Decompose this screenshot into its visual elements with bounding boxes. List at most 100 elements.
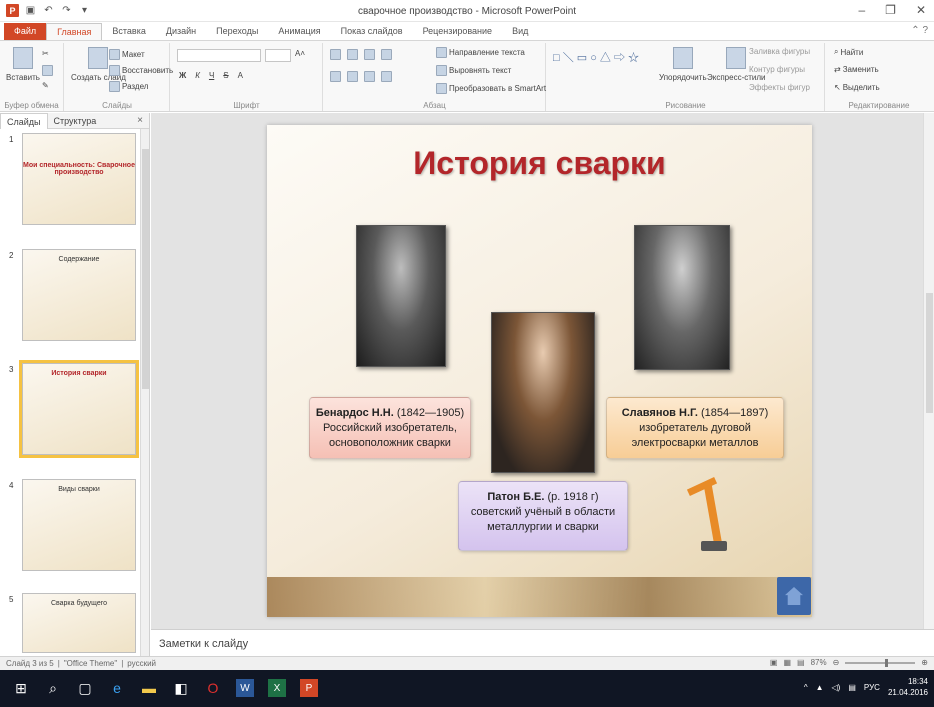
font-family-combo[interactable] — [177, 49, 261, 62]
format-painter-icon[interactable]: ✎ — [42, 81, 49, 90]
start-icon[interactable]: ⊞ — [12, 679, 30, 697]
powerpoint-taskbar-icon[interactable]: P — [300, 679, 318, 697]
tab-transitions[interactable]: Переходы — [206, 23, 268, 40]
bullets-icon[interactable] — [330, 49, 341, 60]
normal-view-icon[interactable]: ▣ — [770, 658, 778, 667]
align-right-icon[interactable] — [364, 71, 375, 82]
close-pane-icon[interactable]: × — [137, 115, 143, 126]
italic-button[interactable]: К — [195, 71, 200, 80]
align-center-icon[interactable] — [347, 71, 358, 82]
numbering-icon[interactable] — [347, 49, 358, 60]
tab-slideshow[interactable]: Показ слайдов — [331, 23, 413, 40]
tab-design[interactable]: Дизайн — [156, 23, 206, 40]
caption-slavyanov[interactable]: Славянов Н.Г. (1854—1897) изобретатель д… — [606, 397, 784, 459]
select-button[interactable]: ↖ Выделить — [834, 83, 880, 92]
slides-pane-scrollbar[interactable] — [140, 129, 149, 656]
volume-icon[interactable]: ◁) — [832, 683, 841, 692]
tab-view[interactable]: Вид — [502, 23, 538, 40]
excel-icon[interactable]: X — [268, 679, 286, 697]
search-icon[interactable]: ⌕ — [44, 679, 62, 697]
smartart-button[interactable]: Преобразовать в SmartArt — [436, 83, 546, 94]
minimize-button[interactable]: – — [858, 3, 865, 17]
shapes-gallery[interactable]: □ ＼ ▭ ○ △ ⇨ ☆ — [553, 49, 639, 65]
window-title: сварочное производство - Microsoft Power… — [357, 6, 577, 17]
slide-title[interactable]: История сварки — [267, 145, 812, 182]
indent-icon[interactable] — [364, 49, 375, 60]
title-bar: P ▣ ↶ ↷ ▾ сварочное производство - Micro… — [0, 0, 934, 22]
tray-chevron-icon[interactable]: ^ — [804, 683, 808, 692]
font-format-row: Ж К Ч S A — [179, 71, 243, 80]
tab-slides[interactable]: Слайды — [0, 112, 48, 129]
notes-pane[interactable]: Заметки к слайду — [151, 629, 934, 656]
underline-button[interactable]: Ч — [209, 71, 214, 80]
shape-effects-button[interactable]: Эффекты фигур — [749, 83, 810, 92]
strike-button[interactable]: S — [223, 71, 228, 80]
tab-insert[interactable]: Вставка — [102, 23, 155, 40]
align-text-button[interactable]: Выровнять текст — [436, 65, 511, 76]
slide-scrollbar[interactable] — [923, 113, 934, 629]
portrait-slavyanov[interactable] — [634, 225, 730, 370]
home-icon[interactable] — [777, 577, 811, 615]
zoom-level[interactable]: 87% — [811, 658, 827, 667]
justify-icon[interactable] — [381, 71, 392, 82]
input-language[interactable]: РУС — [864, 683, 880, 692]
paste-button[interactable]: Вставить — [6, 47, 40, 82]
current-slide[interactable]: История сварки Бенардос Н.Н. (1842—1905)… — [267, 125, 812, 617]
bold-button[interactable]: Ж — [179, 71, 186, 80]
edge-icon[interactable]: e — [108, 679, 126, 697]
sorter-view-icon[interactable]: ▦ — [783, 658, 791, 667]
tab-animations[interactable]: Анимация — [268, 23, 330, 40]
align-left-icon[interactable] — [330, 71, 341, 82]
slide-thumbnail[interactable]: Сварка будущего — [22, 593, 136, 653]
line-spacing-icon[interactable] — [381, 49, 392, 60]
arrange-button[interactable]: Упорядочить — [659, 47, 707, 82]
replace-button[interactable]: ⇄ Заменить — [834, 65, 879, 74]
portrait-benardos[interactable] — [356, 225, 446, 367]
language-indicator[interactable]: русский — [127, 659, 156, 668]
thumbnail-title: Мои специальность: Сварочное производств… — [23, 162, 135, 176]
replace-icon: ⇄ — [834, 65, 841, 74]
shape-outline-button[interactable]: Контур фигуры — [749, 65, 805, 74]
cut-icon[interactable]: ✂ — [42, 49, 49, 58]
tab-file[interactable]: Файл — [4, 23, 47, 40]
slide-thumbnail[interactable]: Мои специальность: Сварочное производств… — [22, 133, 136, 225]
clock[interactable]: 18:34 21.04.2016 — [888, 676, 928, 698]
text-direction-button[interactable]: Направление текста — [436, 47, 525, 58]
reading-view-icon[interactable]: ▤ — [797, 658, 805, 667]
ribbon-collapse-icon[interactable]: ⌃ ? — [911, 25, 928, 36]
store-icon[interactable]: ◧ — [172, 679, 190, 697]
zoom-slider[interactable] — [845, 658, 916, 667]
slide-thumbnail-selected[interactable]: История сварки — [19, 360, 139, 458]
shape-fill-button[interactable]: Заливка фигуры — [749, 47, 810, 56]
task-view-icon[interactable]: ▢ — [76, 679, 94, 697]
opera-icon[interactable]: O — [204, 679, 222, 697]
editing-group-label: Редактирование — [848, 101, 910, 110]
tab-outline[interactable]: Структура — [48, 113, 103, 129]
tab-review[interactable]: Рецензирование — [413, 23, 503, 40]
copy-icon[interactable] — [42, 65, 53, 76]
word-icon[interactable]: W — [236, 679, 254, 697]
grow-font-icon[interactable]: A˄ — [295, 49, 305, 58]
caption-paton[interactable]: Патон Б.Е. (р. 1918 г) советский учёный … — [458, 481, 628, 551]
tab-home[interactable]: Главная — [46, 23, 103, 40]
file-explorer-icon[interactable]: ▬ — [140, 679, 158, 697]
theme-name: "Office Theme" — [63, 659, 118, 668]
welding-robot-image[interactable] — [679, 475, 733, 555]
layout-button[interactable]: Макет — [109, 49, 145, 60]
maximize-button[interactable]: ❐ — [885, 3, 896, 17]
font-color-icon[interactable]: A — [238, 71, 243, 80]
zoom-out-icon[interactable]: ⊖ — [833, 658, 840, 667]
find-button[interactable]: ⌕ Найти — [834, 47, 863, 57]
person-years: (1842—1905) — [396, 407, 465, 419]
slide-thumbnail[interactable]: Виды сварки — [22, 479, 136, 571]
portrait-paton[interactable] — [491, 312, 595, 473]
close-button[interactable]: ✕ — [916, 3, 926, 17]
network-icon[interactable]: ▲ — [816, 683, 824, 692]
slide-thumbnail[interactable]: Содержание — [22, 249, 136, 341]
font-size-combo[interactable] — [265, 49, 291, 62]
caption-benardos[interactable]: Бенардос Н.Н. (1842—1905) Российский изо… — [309, 397, 471, 459]
reset-button[interactable]: Восстановить — [109, 65, 173, 76]
section-button[interactable]: Раздел — [109, 81, 148, 92]
zoom-in-icon[interactable]: ⊕ — [921, 658, 928, 667]
action-center-icon[interactable]: ▤ — [848, 683, 856, 692]
